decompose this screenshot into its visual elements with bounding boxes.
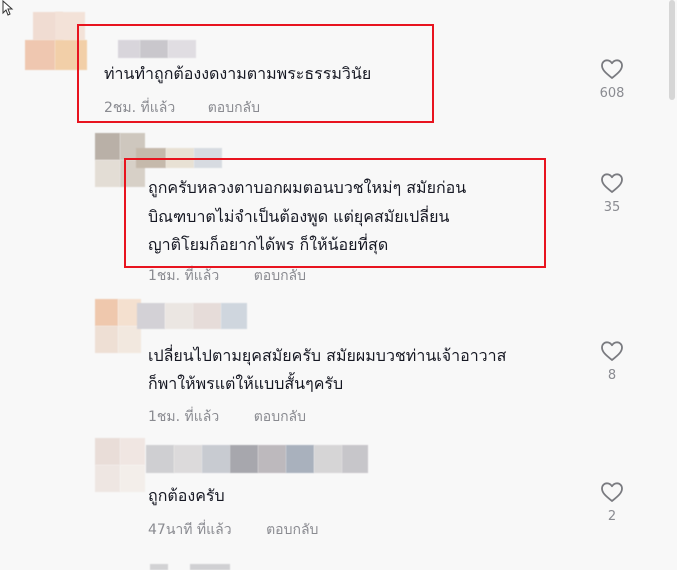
reply-button[interactable]: ตอบกลับ bbox=[266, 519, 318, 541]
comment-time: 1ชม. ที่แล้ว bbox=[148, 268, 220, 284]
scrollbar-thumb[interactable] bbox=[669, 0, 675, 100]
reply-button[interactable]: ตอบกลับ bbox=[254, 406, 306, 428]
comment-text-line: เปลี่ยนไปตามยุคสมัยครับ สมัยผมบวชท่านเจ้… bbox=[148, 346, 507, 365]
username-blurred[interactable] bbox=[137, 303, 249, 329]
like-count: 35 bbox=[603, 200, 621, 215]
highlight-box bbox=[124, 158, 546, 268]
like-button[interactable]: 2 bbox=[592, 481, 632, 524]
comment-meta: 1ชม. ที่แล้ว ตอบกลับ bbox=[148, 265, 306, 287]
next-comment-partial bbox=[150, 562, 240, 570]
like-button[interactable]: 608 bbox=[592, 58, 632, 101]
like-count: 2 bbox=[607, 509, 617, 524]
avatar[interactable] bbox=[95, 299, 141, 353]
comment-meta: 47นาที ที่แล้ว ตอบกลับ bbox=[148, 519, 318, 541]
comment-text-line: ก็พาให้พรแต่ให้แบบสั้นๆครับ bbox=[148, 374, 344, 393]
comment-time: 1ชม. ที่แล้ว bbox=[148, 409, 220, 425]
heart-outline-icon bbox=[601, 59, 623, 79]
highlight-box bbox=[77, 24, 434, 123]
mouse-pointer-icon bbox=[2, 0, 14, 16]
comment-time: 47นาที ที่แล้ว bbox=[148, 522, 232, 538]
like-count: 608 bbox=[599, 86, 625, 101]
like-button[interactable]: 35 bbox=[592, 172, 632, 215]
scrollbar[interactable] bbox=[667, 0, 677, 570]
heart-outline-icon bbox=[601, 341, 623, 361]
heart-outline-icon bbox=[601, 482, 623, 502]
reply-button[interactable]: ตอบกลับ bbox=[254, 265, 306, 287]
avatar[interactable] bbox=[95, 438, 145, 492]
comment-text: ถูกต้องครับ bbox=[148, 486, 225, 505]
username-blurred[interactable] bbox=[146, 445, 368, 473]
heart-outline-icon bbox=[601, 173, 623, 193]
comment-meta: 1ชม. ที่แล้ว ตอบกลับ bbox=[148, 406, 306, 428]
like-button[interactable]: 8 bbox=[592, 340, 632, 383]
like-count: 8 bbox=[607, 368, 617, 383]
